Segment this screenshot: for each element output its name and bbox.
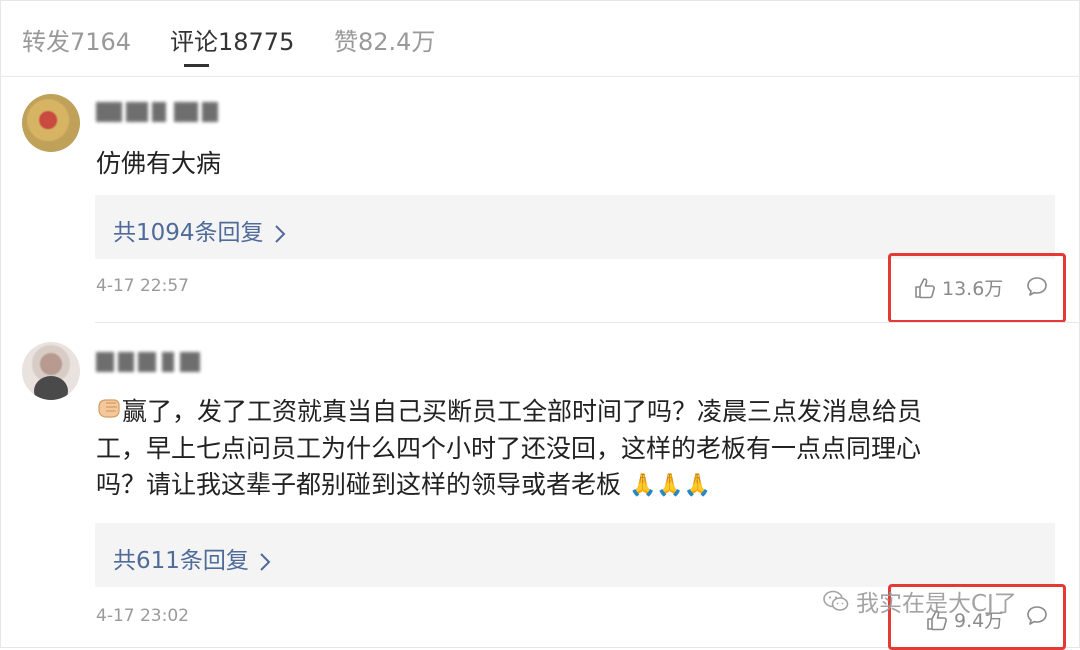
reply-box[interactable]: 共1094条回复 xyxy=(95,195,1055,259)
comment-text-line2: 工，早上七点问员工为什么四个小时了还没回，这样的老板有一点点同理心 xyxy=(96,434,922,463)
comment-time: 4-17 23:02 xyxy=(96,606,189,626)
tab-reposts[interactable]: 转发7164 xyxy=(22,22,131,57)
view-replies-link[interactable]: 共1094条回复 xyxy=(113,213,287,247)
comment-text-line3: 吗？请让我这辈子都别碰到这样的领导或者老板 xyxy=(96,470,622,499)
highlight-box xyxy=(888,253,1066,323)
pray-emoji: 🙏🙏🙏 xyxy=(628,473,712,498)
reply-count-label: 共1094条回复 xyxy=(113,220,264,246)
comment-divider xyxy=(95,322,1080,323)
comment-text-line1: 赢了，发了工资就真当自己买断员工全部时间了吗？凌晨三点发消息给员 xyxy=(122,397,923,426)
watermark-label: 我实在是大CJ了 xyxy=(856,591,1017,617)
username-pixelated[interactable] xyxy=(96,102,236,124)
tab-bar: 转发7164 评论18775 赞82.4万 xyxy=(0,0,1080,77)
tab-likes[interactable]: 赞82.4万 xyxy=(334,22,435,57)
comment-text: 仿佛有大病 xyxy=(96,149,222,178)
fist-emoji-icon xyxy=(96,395,122,431)
reply-count-label: 共611条回复 xyxy=(113,548,249,574)
view-replies-link[interactable]: 共611条回复 xyxy=(113,541,272,575)
chevron-right-icon xyxy=(273,223,287,245)
active-tab-indicator xyxy=(184,64,209,67)
avatar[interactable] xyxy=(22,342,80,400)
comment-text: 赢了，发了工资就真当自己买断员工全部时间了吗？凌晨三点发消息给员 工，早上七点问… xyxy=(96,394,1056,504)
avatar[interactable] xyxy=(22,94,80,152)
reply-box[interactable]: 共611条回复 xyxy=(95,523,1055,587)
tab-comments[interactable]: 评论18775 xyxy=(170,22,294,57)
wechat-icon xyxy=(822,589,850,613)
comment-time: 4-17 22:57 xyxy=(96,276,189,296)
watermark: 我实在是大CJ了 xyxy=(822,584,1017,618)
username-pixelated[interactable] xyxy=(96,352,236,374)
chevron-right-icon xyxy=(258,551,272,573)
